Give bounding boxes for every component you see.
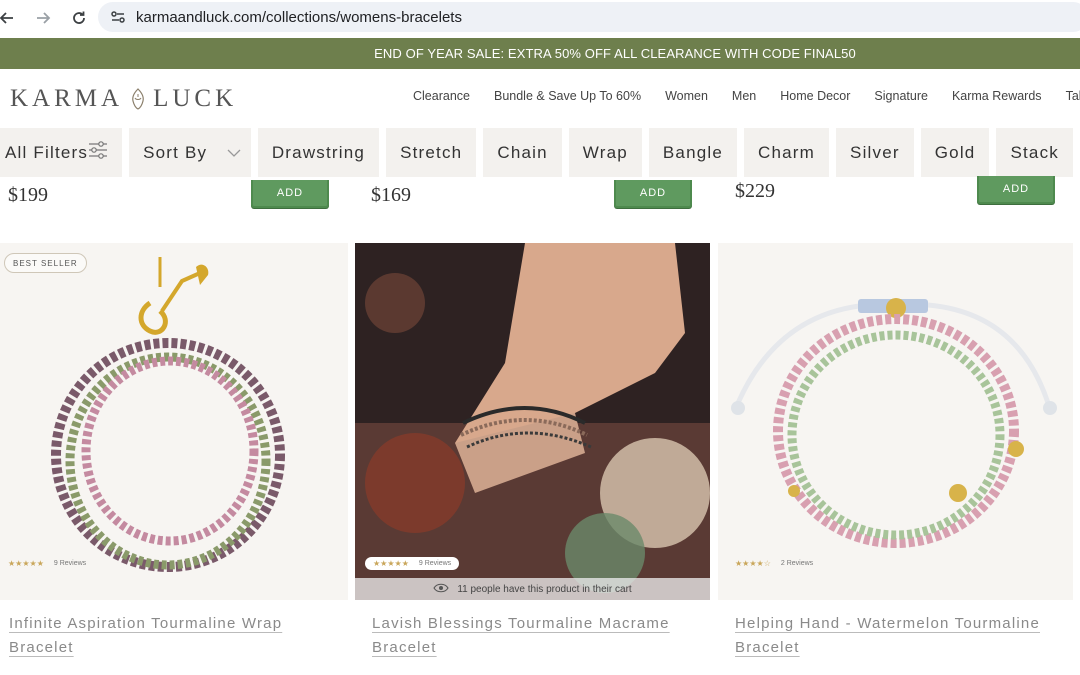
review-summary[interactable]: ★★★★☆ 2 Reviews	[735, 559, 813, 568]
review-summary[interactable]: ★★★★★ 9 Reviews	[8, 559, 86, 568]
watermelon-tourmaline-bracelet-image	[731, 298, 1057, 548]
product-card[interactable]: ★★★★☆ 2 Reviews Helping Hand - Watermelo…	[718, 243, 1073, 660]
best-seller-badge: BEST SELLER	[4, 253, 87, 273]
chevron-down-icon	[227, 143, 241, 163]
lotus-hand-icon	[127, 87, 149, 111]
filter-chip-gold[interactable]: Gold	[920, 128, 990, 177]
filter-chip-chain[interactable]: Chain	[483, 128, 562, 177]
product-title-line[interactable]: Bracelet	[372, 636, 710, 660]
main-nav: Clearance Bundle & Save Up To 60% Women …	[413, 89, 1080, 103]
cart-activity-note: 11 people have this product in their car…	[355, 578, 710, 600]
sort-by-label: Sort By	[143, 142, 208, 162]
filter-chip-silver[interactable]: Silver	[836, 128, 914, 177]
model-wearing-bracelet-image	[355, 243, 710, 600]
tourmaline-wrap-bracelet-image	[51, 257, 285, 572]
product-card[interactable]: ★★★★★ 9 Reviews 11 people have this prod…	[355, 243, 710, 660]
nav-item-clearance[interactable]: Clearance	[413, 89, 470, 103]
address-bar[interactable]: karmaandluck.com/collections/womens-brac…	[98, 2, 1080, 32]
filter-chip-charm[interactable]: Charm	[744, 128, 830, 177]
star-rating-icon: ★★★★☆	[735, 559, 771, 568]
filter-chip-drawstring[interactable]: Drawstring	[257, 128, 380, 177]
product-image[interactable]: ★★★★☆ 2 Reviews	[718, 243, 1073, 600]
product-price: $169	[371, 184, 411, 206]
product-title[interactable]: Helping Hand - Watermelon Tourmaline Bra…	[718, 612, 1073, 660]
sliders-icon	[88, 141, 108, 164]
product-image[interactable]: ★★★★★ 9 Reviews 11 people have this prod…	[355, 243, 710, 600]
product-title[interactable]: Lavish Blessings Tourmaline Macrame Brac…	[355, 612, 710, 660]
sort-by-dropdown[interactable]: Sort By	[129, 128, 251, 177]
review-count: 2 Reviews	[780, 560, 814, 567]
reload-icon[interactable]	[64, 3, 94, 33]
add-to-cart-button[interactable]: ADD	[614, 180, 692, 208]
review-count: 9 Reviews	[53, 560, 87, 567]
cart-note-text: 11 people have this product in their car…	[457, 583, 632, 595]
eye-icon	[433, 582, 449, 596]
review-count: 9 Reviews	[418, 560, 452, 567]
star-rating-icon: ★★★★★	[8, 559, 44, 568]
logo[interactable]: KARMA LUCK	[10, 85, 237, 113]
back-arrow-icon[interactable]	[0, 3, 22, 33]
review-summary[interactable]: ★★★★★ 9 Reviews	[365, 557, 460, 570]
filter-chip-stack[interactable]: Stack	[996, 128, 1073, 177]
logo-text-right: LUCK	[153, 85, 238, 112]
product-title-line[interactable]: Bracelet	[9, 636, 348, 660]
filter-bar: All Filters Sort By Drawstring Stretch C…	[0, 128, 1080, 177]
product-price: $229	[735, 180, 775, 202]
product-title[interactable]: Infinite Aspiration Tourmaline Wrap Brac…	[0, 612, 348, 660]
all-filters-label: All Filters	[5, 142, 89, 162]
nav-item-bundle-save[interactable]: Bundle & Save Up To 60%	[494, 89, 641, 103]
nav-item-men[interactable]: Men	[732, 89, 756, 103]
promo-text: END OF YEAR SALE: EXTRA 50% OFF ALL CLEA…	[374, 46, 856, 61]
nav-item-home-decor[interactable]: Home Decor	[780, 89, 850, 103]
filter-chip-wrap[interactable]: Wrap	[568, 128, 642, 177]
browser-toolbar: karmaandluck.com/collections/womens-brac…	[0, 0, 1080, 36]
forward-arrow-icon[interactable]	[28, 3, 58, 33]
add-to-cart-button[interactable]: ADD	[251, 180, 329, 208]
product-title-line[interactable]: Lavish Blessings Tourmaline Macrame	[372, 612, 710, 636]
all-filters-button[interactable]: All Filters	[0, 128, 123, 177]
product-title-line[interactable]: Infinite Aspiration Tourmaline Wrap	[9, 612, 348, 636]
product-title-line[interactable]: Bracelet	[735, 636, 1073, 660]
product-title-line[interactable]: Helping Hand - Watermelon Tourmaline	[735, 612, 1073, 636]
product-price: $199	[8, 184, 48, 206]
add-to-cart-button[interactable]: ADD	[977, 176, 1055, 204]
url-text[interactable]: karmaandluck.com/collections/womens-brac…	[136, 9, 462, 26]
site-header: KARMA LUCK Clearance Bundle & Save Up To…	[0, 69, 1080, 126]
nav-item-take-our-quiz[interactable]: Take Our Q	[1066, 89, 1080, 103]
filter-chip-stretch[interactable]: Stretch	[386, 128, 477, 177]
product-image[interactable]: BEST SELLER ★★★★★ 9 Reviews	[0, 243, 348, 600]
site-info-icon[interactable]	[106, 5, 130, 29]
product-card[interactable]: BEST SELLER ★★★★★ 9 Reviews Infinite Asp…	[0, 243, 348, 660]
nav-item-women[interactable]: Women	[665, 89, 708, 103]
logo-text-left: KARMA	[10, 85, 124, 112]
promo-banner[interactable]: END OF YEAR SALE: EXTRA 50% OFF ALL CLEA…	[0, 38, 1080, 69]
nav-item-signature[interactable]: Signature	[874, 89, 928, 103]
filter-chip-bangle[interactable]: Bangle	[648, 128, 738, 177]
nav-item-karma-rewards[interactable]: Karma Rewards	[952, 89, 1042, 103]
star-rating-icon: ★★★★★	[373, 559, 409, 568]
